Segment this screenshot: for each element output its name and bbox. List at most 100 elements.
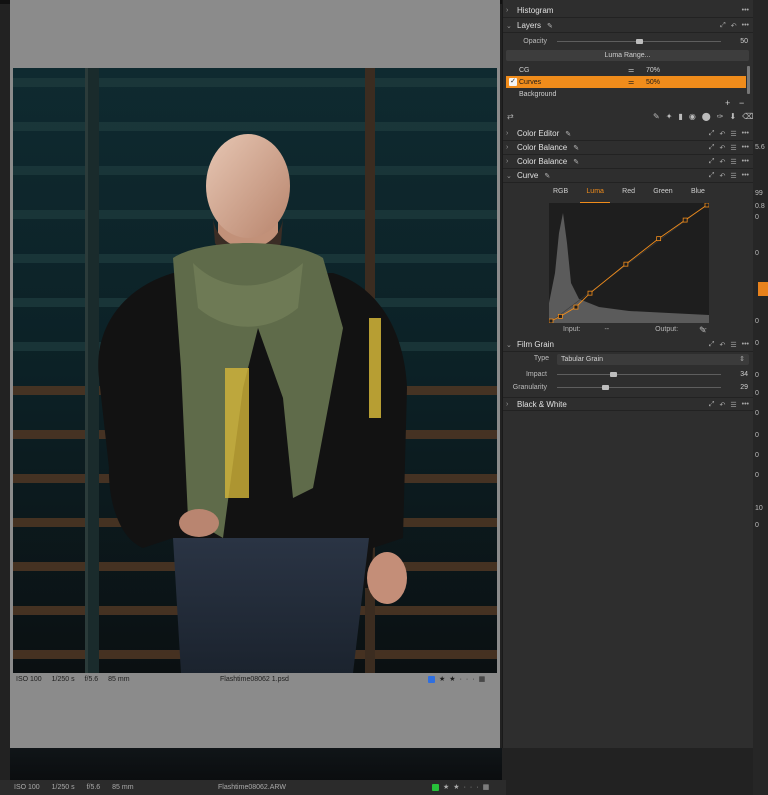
color-tag[interactable] — [428, 676, 435, 683]
star-empty-icon[interactable]: · — [472, 676, 474, 683]
granularity-slider[interactable] — [557, 387, 721, 388]
grid-icon[interactable]: ▦ — [479, 676, 486, 683]
remove-layer-icon[interactable]: − — [739, 98, 744, 108]
browser-thumbnail-photo[interactable] — [10, 748, 502, 780]
curve-control-point[interactable] — [623, 261, 629, 267]
copy-apply-icon[interactable]: ⤢ — [709, 172, 715, 180]
list-icon[interactable]: ☰ — [730, 401, 736, 409]
impact-value[interactable]: 34 — [740, 371, 748, 378]
color-editor-header[interactable]: › Color Editor ✎ ⤢ ↶ ☰ ••• — [503, 127, 753, 141]
chevron-right-icon[interactable]: › — [506, 130, 514, 137]
viewer-rating[interactable]: ★ ★ · · · ▦ — [428, 676, 485, 683]
radial-mask-icon[interactable]: ◉ — [689, 112, 696, 121]
granularity-value[interactable]: 29 — [740, 384, 748, 391]
browser-rating[interactable]: ★ ★ · · · ▦ — [432, 784, 489, 791]
curve-control-point[interactable] — [557, 313, 563, 319]
list-icon[interactable]: ☰ — [730, 341, 736, 349]
black-white-header[interactable]: › Black & White ⤢ ↶ ☰ ••• — [503, 397, 753, 411]
reset-icon[interactable]: ↶ — [731, 22, 737, 30]
more-icon[interactable]: ••• — [742, 341, 749, 349]
swap-icon[interactable]: ⇄ — [507, 112, 514, 121]
chevron-right-icon[interactable]: › — [506, 401, 514, 408]
add-layer-icon[interactable]: + — [725, 98, 730, 108]
star-empty-icon[interactable]: · — [470, 784, 472, 791]
more-icon[interactable]: ••• — [742, 172, 749, 180]
copy-apply-icon[interactable]: ⤢ — [709, 158, 715, 166]
impact-slider[interactable] — [557, 374, 721, 375]
copy-apply-icon[interactable]: ⤢ — [709, 401, 715, 409]
star-empty-icon[interactable]: · — [460, 676, 462, 683]
chevron-down-icon[interactable]: ⌄ — [506, 22, 514, 30]
chevron-down-icon[interactable]: ⌄ — [506, 172, 514, 180]
tab-red[interactable]: Red — [618, 188, 639, 200]
list-icon[interactable]: ☰ — [730, 158, 736, 166]
layer-list-scrollbar[interactable] — [747, 66, 750, 94]
curve-canvas[interactable] — [548, 202, 710, 324]
grid-icon[interactable]: ▦ — [483, 784, 490, 791]
reset-icon[interactable]: ↶ — [719, 341, 725, 349]
more-icon[interactable]: ••• — [742, 144, 749, 152]
layer-item-curves[interactable]: ✓ Curves ⚌ 50% — [506, 76, 746, 88]
impact-slider-knob[interactable] — [609, 372, 617, 377]
reset-icon[interactable]: ↶ — [719, 401, 725, 409]
star-empty-icon[interactable]: · — [464, 784, 466, 791]
fill-mask-icon[interactable]: ⬇ — [729, 112, 736, 121]
luma-range-button[interactable]: Luma Range... — [506, 50, 749, 61]
color-balance-header[interactable]: › Color Balance ✎ ⤢ ↶ ☰ ••• — [503, 141, 753, 155]
main-photo[interactable] — [13, 68, 497, 673]
curve-control-point[interactable] — [548, 318, 554, 324]
star-icon[interactable]: ★ — [453, 784, 459, 791]
star-icon[interactable]: ★ — [449, 676, 455, 683]
eyedropper-icon[interactable]: ✎ — [565, 130, 571, 138]
grain-type-select[interactable]: Tabular Grain ⇕ — [557, 354, 749, 365]
adjust-icon[interactable]: ⚌ — [628, 66, 634, 74]
curve-control-point[interactable] — [587, 290, 593, 296]
curve-control-point[interactable] — [704, 202, 710, 208]
eyedropper-icon[interactable]: ✎ — [547, 22, 553, 30]
chevron-right-icon[interactable]: › — [506, 144, 514, 151]
chevron-right-icon[interactable]: › — [506, 158, 514, 165]
refine-mask-icon[interactable]: ✑ — [717, 112, 724, 121]
more-icon[interactable]: ••• — [742, 401, 749, 409]
curve-control-point[interactable] — [656, 236, 662, 242]
erase-mask-icon[interactable]: ⌫ — [742, 112, 753, 121]
eyedropper-icon[interactable]: ✎ — [544, 172, 550, 180]
layer-item-cg[interactable]: CG ⚌ 70% — [506, 64, 746, 76]
reset-icon[interactable]: ↶ — [719, 158, 725, 166]
opacity-slider-knob[interactable] — [636, 39, 643, 44]
opacity-value[interactable]: 50 — [740, 38, 748, 45]
gradient-mask-icon[interactable]: ▮ — [678, 112, 682, 121]
curve-graph[interactable] — [548, 202, 710, 324]
copy-apply-icon[interactable]: ⤢ — [709, 144, 715, 152]
more-icon[interactable]: ••• — [742, 130, 749, 138]
copy-apply-icon[interactable]: ⤢ — [709, 130, 715, 138]
eyedropper-icon[interactable]: ✎ — [573, 144, 579, 152]
chevron-right-icon[interactable]: › — [506, 7, 514, 14]
color-tag[interactable] — [432, 784, 439, 791]
copy-apply-icon[interactable]: ⤢ — [709, 341, 715, 349]
star-empty-icon[interactable]: · — [466, 676, 468, 683]
curve-control-point[interactable] — [573, 304, 579, 310]
tab-green[interactable]: Green — [649, 188, 676, 200]
list-icon[interactable]: ☰ — [730, 130, 736, 138]
list-icon[interactable]: ☰ — [730, 172, 736, 180]
curve-control-point[interactable] — [682, 217, 688, 223]
star-empty-icon[interactable]: · — [476, 784, 478, 791]
more-icon[interactable]: ••• — [742, 158, 749, 166]
star-icon[interactable]: ★ — [443, 784, 449, 791]
reset-icon[interactable]: ↶ — [719, 130, 725, 138]
more-icon[interactable]: ••• — [742, 22, 749, 30]
curve-header[interactable]: ⌄ Curve ✎ ⤢ ↶ ☰ ••• — [503, 169, 753, 183]
copy-apply-icon[interactable]: ⤢ — [720, 22, 726, 30]
reset-icon[interactable]: ↶ — [719, 144, 725, 152]
layers-header[interactable]: ⌄ Layers ✎ ⤢ ↶ ••• — [503, 19, 753, 33]
granularity-slider-knob[interactable] — [601, 385, 609, 390]
color-range-icon[interactable]: ⬤ — [702, 112, 711, 121]
tab-blue[interactable]: Blue — [687, 188, 709, 200]
more-icon[interactable]: ••• — [742, 7, 749, 14]
layer-checkbox[interactable]: ✓ — [509, 78, 517, 86]
magic-brush-icon[interactable]: ✦ — [666, 112, 673, 121]
star-icon[interactable]: ★ — [439, 676, 445, 683]
chevron-down-icon[interactable]: ⌄ — [506, 341, 514, 349]
adjust-icon[interactable]: ⚌ — [628, 78, 634, 86]
